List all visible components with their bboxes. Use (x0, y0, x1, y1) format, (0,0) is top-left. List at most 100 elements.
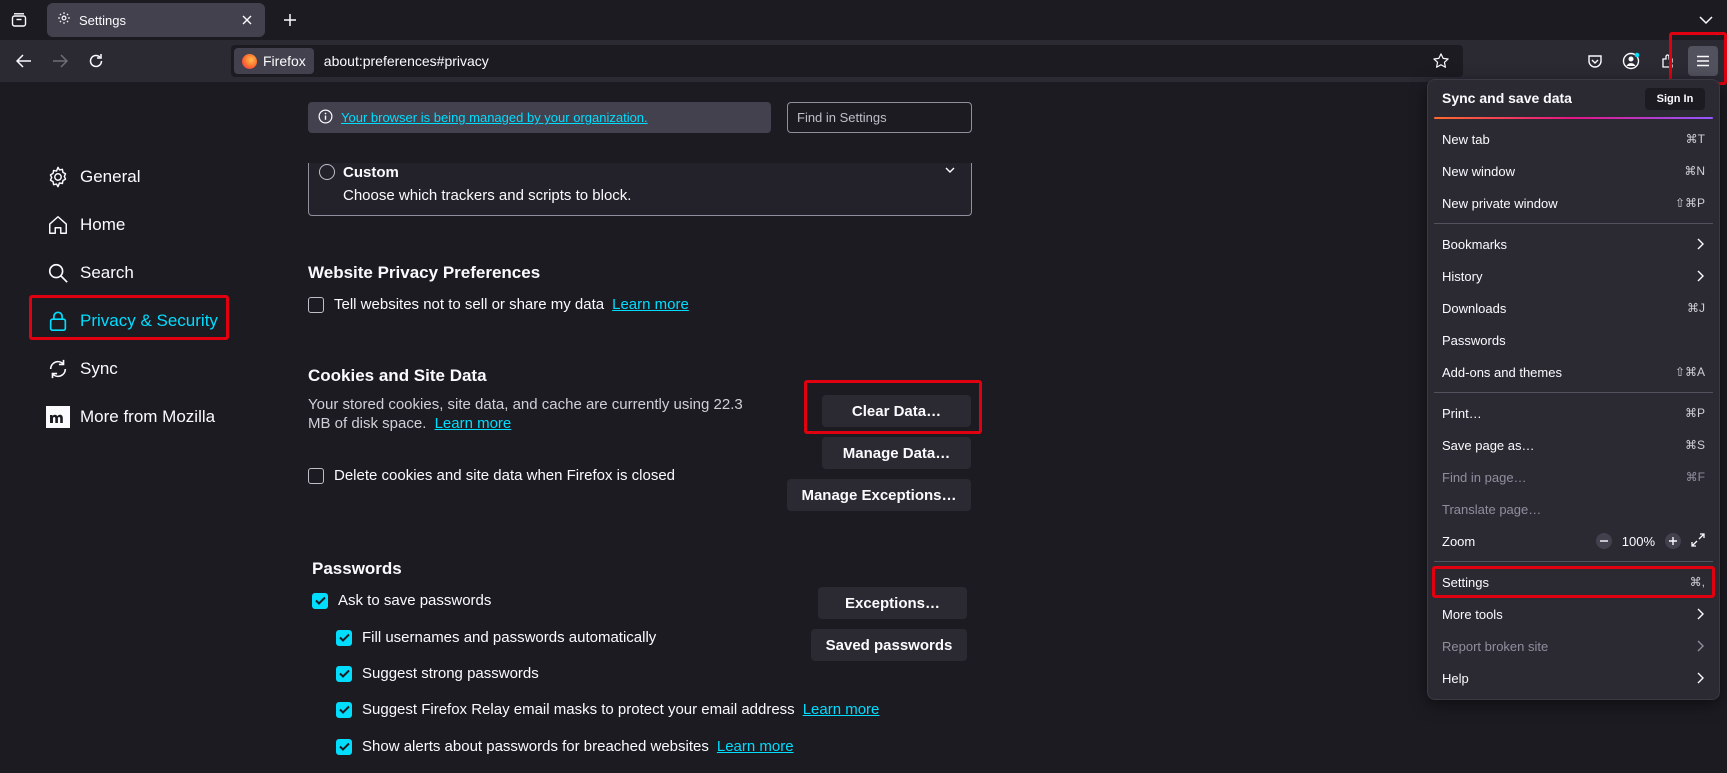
menu-item-new-tab[interactable]: New tab ⌘T (1442, 128, 1705, 150)
autofill-label: Fill usernames and passwords automatical… (362, 629, 657, 646)
back-arrow-icon[interactable] (11, 48, 37, 74)
find-in-settings-input[interactable] (787, 102, 972, 133)
menu-item-label: New tab (1442, 131, 1490, 147)
manage-exceptions-button[interactable]: Manage Exceptions… (787, 479, 971, 511)
relay-checkbox[interactable] (336, 701, 352, 718)
extensions-icon[interactable] (1656, 49, 1680, 73)
sidebar-item-label: Home (80, 215, 126, 234)
gradient-divider (1434, 117, 1713, 119)
zoom-out-button[interactable] (1595, 533, 1612, 549)
chevron-down-icon[interactable] (943, 163, 957, 177)
breach-learn-more-link[interactable]: Learn more (717, 738, 794, 755)
menu-item-label: Help (1442, 670, 1469, 686)
tab-settings[interactable]: Settings (47, 3, 265, 37)
sidebar-item-label: Sync (80, 359, 118, 378)
menu-separator (1434, 392, 1713, 393)
learn-more-link[interactable]: Learn more (612, 296, 689, 313)
menu-item-report-broken-site[interactable]: Report broken site (1442, 635, 1705, 657)
menu-item-shortcut: ⌘F (1685, 470, 1705, 484)
managed-notice: Your browser is being managed by your or… (308, 102, 771, 133)
menu-item-more-tools[interactable]: More tools (1442, 603, 1705, 625)
manage-data-button[interactable]: Manage Data… (822, 437, 971, 469)
relay-learn-more-link[interactable]: Learn more (803, 701, 880, 718)
zoom-level[interactable]: 100% (1622, 534, 1655, 549)
managed-notice-link[interactable]: Your browser is being managed by your or… (341, 110, 648, 125)
sidebar-item-sync[interactable]: Sync (46, 354, 118, 384)
menu-item-passwords[interactable]: Passwords (1442, 329, 1705, 351)
menu-item-label: Report broken site (1442, 638, 1549, 654)
delete-cookies-row: Delete cookies and site data when Firefo… (308, 467, 675, 484)
account-icon[interactable] (1619, 49, 1643, 73)
menu-item-bookmarks[interactable]: Bookmarks (1442, 233, 1705, 255)
clear-data-button[interactable]: Clear Data… (822, 395, 971, 427)
menu-item-downloads[interactable]: Downloads ⌘J (1442, 297, 1705, 319)
do-not-sell-label: Tell websites not to sell or share my da… (334, 296, 605, 313)
ask-save-passwords-checkbox[interactable] (312, 592, 328, 609)
tab-strip: Settings (0, 0, 1727, 40)
forward-arrow-icon[interactable] (47, 48, 73, 74)
reload-icon[interactable] (83, 48, 109, 74)
autofill-row: Fill usernames and passwords automatical… (336, 629, 656, 646)
sidebar-item-home[interactable]: Home (46, 210, 125, 240)
menu-item-addons-themes[interactable]: Add-ons and themes ⇧⌘A (1442, 361, 1705, 383)
sign-in-button[interactable]: Sign In (1645, 88, 1705, 110)
autofill-checkbox[interactable] (336, 629, 352, 646)
fullscreen-icon[interactable] (1691, 532, 1705, 550)
menu-item-shortcut: ⌘, (1689, 575, 1705, 589)
zoom-in-button[interactable] (1665, 533, 1681, 549)
ask-save-passwords-row: Ask to save passwords (312, 592, 491, 609)
plus-icon[interactable] (279, 9, 301, 31)
menu-item-label: Downloads (1442, 300, 1507, 316)
identity-box[interactable]: Firefox (234, 48, 314, 74)
menu-item-translate-page[interactable]: Translate page… (1442, 498, 1705, 520)
menu-item-label: Bookmarks (1442, 236, 1508, 252)
menu-item-label: Find in page… (1442, 469, 1527, 485)
menu-item-new-window[interactable]: New window ⌘N (1442, 160, 1705, 182)
sidebar-item-label: More from Mozilla (80, 407, 216, 426)
sidebar-item-search[interactable]: Search (46, 258, 134, 288)
pocket-icon[interactable] (1583, 49, 1607, 73)
delete-cookies-checkbox[interactable] (308, 467, 324, 484)
tab-list-icon[interactable] (8, 9, 30, 31)
menu-item-help[interactable]: Help (1442, 667, 1705, 689)
sidebar-item-general[interactable]: General (46, 162, 140, 192)
menu-item-label: Translate page… (1442, 501, 1542, 517)
menu-item-settings[interactable]: Settings ⌘, (1442, 571, 1705, 593)
custom-tracking-option[interactable]: Custom Choose which trackers and scripts… (308, 163, 972, 216)
custom-radio[interactable] (319, 164, 335, 180)
hamburger-menu-button[interactable] (1688, 46, 1718, 76)
cookies-description: Your stored cookies, site data, and cach… (308, 395, 768, 433)
sidebar-item-label: Privacy & Security (80, 311, 218, 330)
menu-item-shortcut: ⇧⌘A (1674, 365, 1705, 379)
cookies-learn-more-link[interactable]: Learn more (435, 415, 512, 432)
chevron-down-icon[interactable] (1695, 9, 1717, 31)
custom-title: Custom (343, 164, 399, 181)
menu-item-save-page-as[interactable]: Save page as… ⌘S (1442, 434, 1705, 456)
sidebar-item-more-from-mozilla[interactable]: More from Mozilla (46, 402, 215, 432)
sidebar-item-privacy-security[interactable]: Privacy & Security (46, 306, 218, 336)
menu-item-find-in-page[interactable]: Find in page… ⌘F (1442, 466, 1705, 488)
suggest-strong-row: Suggest strong passwords (336, 665, 539, 682)
breach-alerts-checkbox[interactable] (336, 738, 352, 755)
do-not-sell-row: Tell websites not to sell or share my da… (308, 296, 689, 313)
close-icon[interactable] (239, 12, 255, 28)
star-icon[interactable] (1429, 49, 1453, 73)
menu-item-label: Passwords (1442, 332, 1506, 348)
menu-item-label: Add-ons and themes (1442, 364, 1562, 380)
menu-item-history[interactable]: History (1442, 265, 1705, 287)
suggest-strong-checkbox[interactable] (336, 665, 352, 682)
info-icon (318, 109, 333, 127)
saved-passwords-button[interactable]: Saved passwords (811, 629, 967, 661)
menu-item-print[interactable]: Print… ⌘P (1442, 402, 1705, 424)
search-icon (46, 261, 70, 285)
do-not-sell-checkbox[interactable] (308, 296, 324, 313)
menu-item-label: Print… (1442, 405, 1482, 421)
menu-item-shortcut: ⌘T (1685, 132, 1705, 146)
menu-item-new-private-window[interactable]: New private window ⇧⌘P (1442, 192, 1705, 214)
menu-item-label: New window (1442, 163, 1515, 179)
menu-item-shortcut: ⌘P (1684, 406, 1705, 420)
menu-item-label: Zoom (1442, 533, 1476, 549)
gear-icon (57, 11, 71, 30)
password-exceptions-button[interactable]: Exceptions… (818, 587, 967, 619)
url-bar[interactable]: Firefox about:preferences#privacy (231, 45, 1463, 77)
